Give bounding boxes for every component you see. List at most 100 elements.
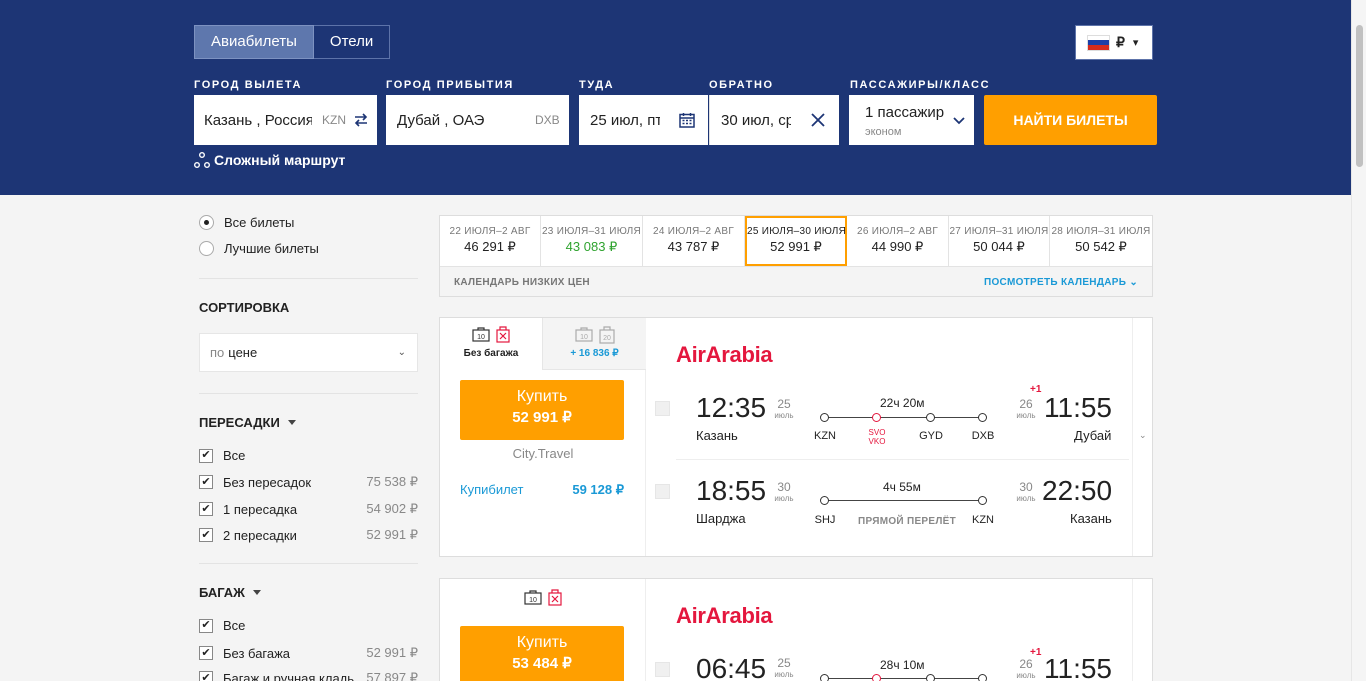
- alt-offer[interactable]: Купибилет 59 128 ₽: [460, 482, 624, 498]
- back-field[interactable]: 30 июл, ср: [709, 95, 839, 145]
- filter-label: 2 пересадки: [223, 527, 297, 543]
- pax-class: эконом: [865, 126, 902, 138]
- filter-price: 57 897 ₽: [366, 670, 418, 681]
- low-price-calendar: 22 ИЮЛЯ–2 АВГ 46 291 ₽ 23 ИЮЛЯ–31 ИЮЛЯ 43 …: [439, 215, 1153, 297]
- filter-transfers-all[interactable]: ✔ Все: [199, 448, 418, 463]
- arr-month: июль: [1016, 494, 1036, 503]
- date-cell[interactable]: 26 ИЮЛЯ–2 АВГ 44 990 ₽: [847, 216, 949, 266]
- calendar-icon[interactable]: [679, 112, 695, 128]
- arr-day: 26: [1019, 397, 1033, 411]
- filter-transfers-two[interactable]: ✔ 2 пересадки 52 991 ₽: [199, 527, 418, 543]
- date-cell[interactable]: 23 ИЮЛЯ–31 ИЮЛЯ 43 083 ₽: [541, 216, 643, 266]
- radio-checked-icon: [199, 215, 214, 230]
- triangle-down-icon: [287, 420, 296, 425]
- date-range: 23 ИЮЛЯ–31 ИЮЛЯ: [541, 226, 642, 237]
- there-field[interactable]: 25 июл, пт: [579, 95, 708, 145]
- date-cell[interactable]: 27 ИЮЛЯ–31 ИЮЛЯ 50 044 ₽: [949, 216, 1050, 266]
- segment-checkbox[interactable]: [655, 662, 670, 677]
- tab-hotels[interactable]: Отели: [313, 25, 391, 59]
- filter-transfers-direct[interactable]: ✔ Без пересадок 75 538 ₽: [199, 474, 418, 490]
- sort-title: СОРТИРОВКА: [199, 300, 290, 315]
- to-field[interactable]: Дубай , ОАЭ DXB: [386, 95, 569, 145]
- arr-time: 22:50: [1042, 475, 1113, 506]
- expand-column[interactable]: [1132, 579, 1152, 681]
- transfers-title[interactable]: ПЕРЕСАДКИ: [199, 415, 296, 430]
- product-tabs: Авиабилеты Отели: [194, 25, 391, 59]
- airline-logo: AirArabia: [676, 603, 773, 628]
- date-price: 50 044 ₽: [973, 239, 1025, 254]
- to-label: ГОРОД ПРИБЫТИЯ: [386, 79, 514, 91]
- pax-field[interactable]: 1 пассажир эконом: [849, 95, 974, 145]
- view-calendar-link[interactable]: ПОСМОТРЕТЬ КАЛЕНДАРЬ ⌄: [984, 277, 1138, 288]
- svg-text:10: 10: [580, 334, 588, 341]
- date-price: 52 991 ₽: [770, 239, 822, 254]
- expand-column[interactable]: ⌄: [1132, 318, 1152, 556]
- date-cell[interactable]: 28 ИЮЛЯ–31 ИЮЛЯ 50 542 ₽: [1050, 216, 1152, 266]
- buy-button[interactable]: Купить 53 484 ₽: [460, 626, 624, 681]
- clear-icon[interactable]: [810, 112, 826, 128]
- stop-dot: [820, 674, 829, 681]
- dep-day: 25: [777, 656, 791, 670]
- sort-select[interactable]: по цене ⌄: [199, 333, 418, 372]
- radio-label: Лучшие билеты: [224, 241, 319, 256]
- date-cell-selected[interactable]: 25 ИЮЛЯ–30 ИЮЛЯ 52 991 ₽: [745, 216, 847, 266]
- bag-option-with-baggage[interactable]: 10 20 + 16 836 ₽: [542, 318, 646, 370]
- baggage-title[interactable]: БАГАЖ: [199, 585, 261, 600]
- buy-label: Купить: [516, 388, 568, 405]
- arr-time: 11:55: [1044, 392, 1112, 423]
- from-label: ГОРОД ВЫЛЕТА: [194, 79, 303, 91]
- radio-all-tickets[interactable]: Все билеты: [199, 215, 294, 230]
- there-label: ТУДА: [579, 79, 615, 91]
- back-input[interactable]: 30 июл, ср: [721, 112, 791, 129]
- segment-checkbox[interactable]: [655, 401, 670, 416]
- scrollbar-thumb[interactable]: [1356, 25, 1363, 167]
- search-button[interactable]: НАЙТИ БИЛЕТЫ: [984, 95, 1157, 145]
- swap-icon[interactable]: [353, 112, 369, 128]
- radio-best-tickets[interactable]: Лучшие билеты: [199, 241, 319, 256]
- dep-time: 18:55: [696, 475, 767, 506]
- svg-text:20: 20: [603, 335, 611, 342]
- bag-option-no-baggage[interactable]: 10 Без багажа: [440, 318, 542, 370]
- stop-dot: [978, 674, 987, 681]
- from-input[interactable]: Казань , Россия: [204, 112, 312, 129]
- tab-flights[interactable]: Авиабилеты: [194, 25, 314, 59]
- svg-text:10: 10: [529, 597, 537, 604]
- filter-baggage-with[interactable]: ✔ Багаж и ручная кладь 57 897 ₽: [199, 670, 418, 681]
- from-field[interactable]: Казань , Россия KZN: [194, 95, 377, 145]
- sort-value: цене: [228, 345, 258, 360]
- agent-name: City.Travel: [512, 446, 574, 461]
- svg-text:10: 10: [477, 334, 485, 341]
- transfer-airports: SVO VKO: [862, 428, 892, 447]
- date-cell[interactable]: 24 ИЮЛЯ–2 АВГ 43 787 ₽: [643, 216, 745, 266]
- currency-selector[interactable]: ₽ ▾: [1075, 25, 1153, 60]
- stop-dot: [820, 413, 829, 422]
- dep-month: июль: [774, 494, 794, 503]
- filter-label: Без пересадок: [223, 474, 312, 490]
- date-cell[interactable]: 22 ИЮЛЯ–2 АВГ 46 291 ₽: [440, 216, 541, 266]
- stop-dot-transfer: [872, 674, 881, 681]
- flight-duration: 28ч 10м: [880, 658, 925, 672]
- filter-label: Багаж и ручная кладь: [223, 670, 355, 681]
- filter-price: 52 991 ₽: [366, 645, 418, 660]
- ticket-card: 10 Без багажа 10 20 + 16 836 ₽ Купить 52…: [439, 317, 1153, 557]
- filter-baggage-all[interactable]: ✔ Все: [199, 618, 418, 633]
- no-baggage-icon: [496, 326, 510, 343]
- buy-button[interactable]: Купить 52 991 ₽: [460, 380, 624, 440]
- transfers-title-label: ПЕРЕСАДКИ: [199, 415, 280, 430]
- dep-date: 30 июль: [773, 481, 795, 503]
- dep-city: Казань: [696, 428, 738, 443]
- filter-transfers-one[interactable]: ✔ 1 пересадка 54 902 ₽: [199, 501, 418, 517]
- ticket-card: 10 Купить 53 484 ₽ AirArabia 06:45 25 июл…: [439, 578, 1153, 681]
- filter-baggage-none[interactable]: ✔ Без багажа 52 991 ₽: [199, 645, 418, 661]
- flight-duration: 22ч 20м: [880, 396, 925, 410]
- there-input[interactable]: 25 июл, пт: [590, 112, 660, 129]
- to-input[interactable]: Дубай , ОАЭ: [397, 112, 484, 129]
- page-scrollbar[interactable]: [1351, 0, 1366, 681]
- stop-dot: [978, 496, 987, 505]
- complex-route-link[interactable]: Сложный маршрут: [194, 152, 345, 168]
- segment-checkbox[interactable]: [655, 484, 670, 499]
- filter-price: 54 902 ₽: [366, 501, 418, 516]
- filter-label: 1 пересадка: [223, 501, 298, 517]
- check-icon: ✔: [199, 475, 213, 489]
- buy-price: 53 484 ₽: [512, 655, 572, 672]
